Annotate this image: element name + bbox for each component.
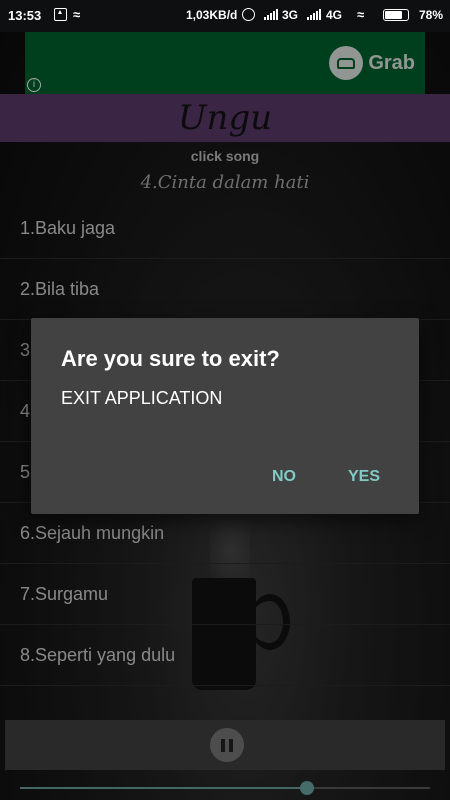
exit-dialog: Are you sure to exit? EXIT APPLICATION N… <box>31 318 419 514</box>
upload-icon <box>54 8 67 21</box>
status-time: 13:53 <box>8 8 42 23</box>
signal-icon <box>307 9 321 20</box>
battery-icon <box>383 9 409 21</box>
yes-button[interactable]: YES <box>348 468 380 486</box>
alarm-icon <box>242 8 255 21</box>
battery-percent: 78% <box>419 8 444 22</box>
network-3g: 3G <box>282 8 299 22</box>
network-4g: 4G <box>326 8 343 22</box>
signal-icon <box>264 9 278 20</box>
dialog-message: EXIT APPLICATION <box>61 388 223 408</box>
dialog-title: Are you sure to exit? <box>61 346 280 371</box>
wifi-icon: ≈ <box>357 7 365 22</box>
network-speed: 1,03KB/d <box>186 8 238 22</box>
status-bar: 13:53 ≈ 1,03KB/d 3G 4G ≈ 78% <box>0 0 450 32</box>
hotspot-icon: ≈ <box>73 7 81 22</box>
no-button[interactable]: NO <box>272 468 296 486</box>
